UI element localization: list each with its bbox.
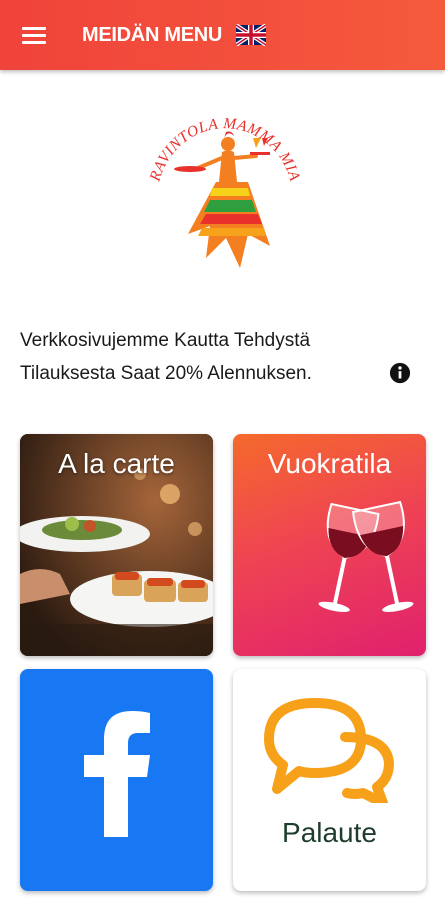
facebook-icon <box>84 711 150 837</box>
tile-label: A la carte <box>58 448 175 479</box>
app-title: MEIDÄN MENU <box>82 24 223 46</box>
tile-label: Vuokratila <box>267 448 392 479</box>
vuokratila-tile[interactable]: Vuokratila <box>233 434 426 656</box>
wine-glasses-icon <box>318 500 414 612</box>
hamburger-menu-icon[interactable] <box>22 24 48 46</box>
tile-label: Palaute <box>282 817 377 848</box>
feedback-tile[interactable]: Palaute <box>233 669 426 891</box>
facebook-tile[interactable] <box>20 669 213 891</box>
a-la-carte-tile[interactable]: A la carte <box>20 434 213 656</box>
discount-notice: Verkkosivujemme Kautta Tehdystä Tilaukse… <box>20 330 312 384</box>
app-bar: MEIDÄN MENU <box>0 0 445 70</box>
chat-bubbles-icon <box>264 698 394 803</box>
restaurant-logo: RAVINTOLA MAMMA MIA <box>146 115 303 268</box>
uk-flag-icon[interactable] <box>236 24 266 46</box>
info-icon[interactable] <box>389 362 411 384</box>
